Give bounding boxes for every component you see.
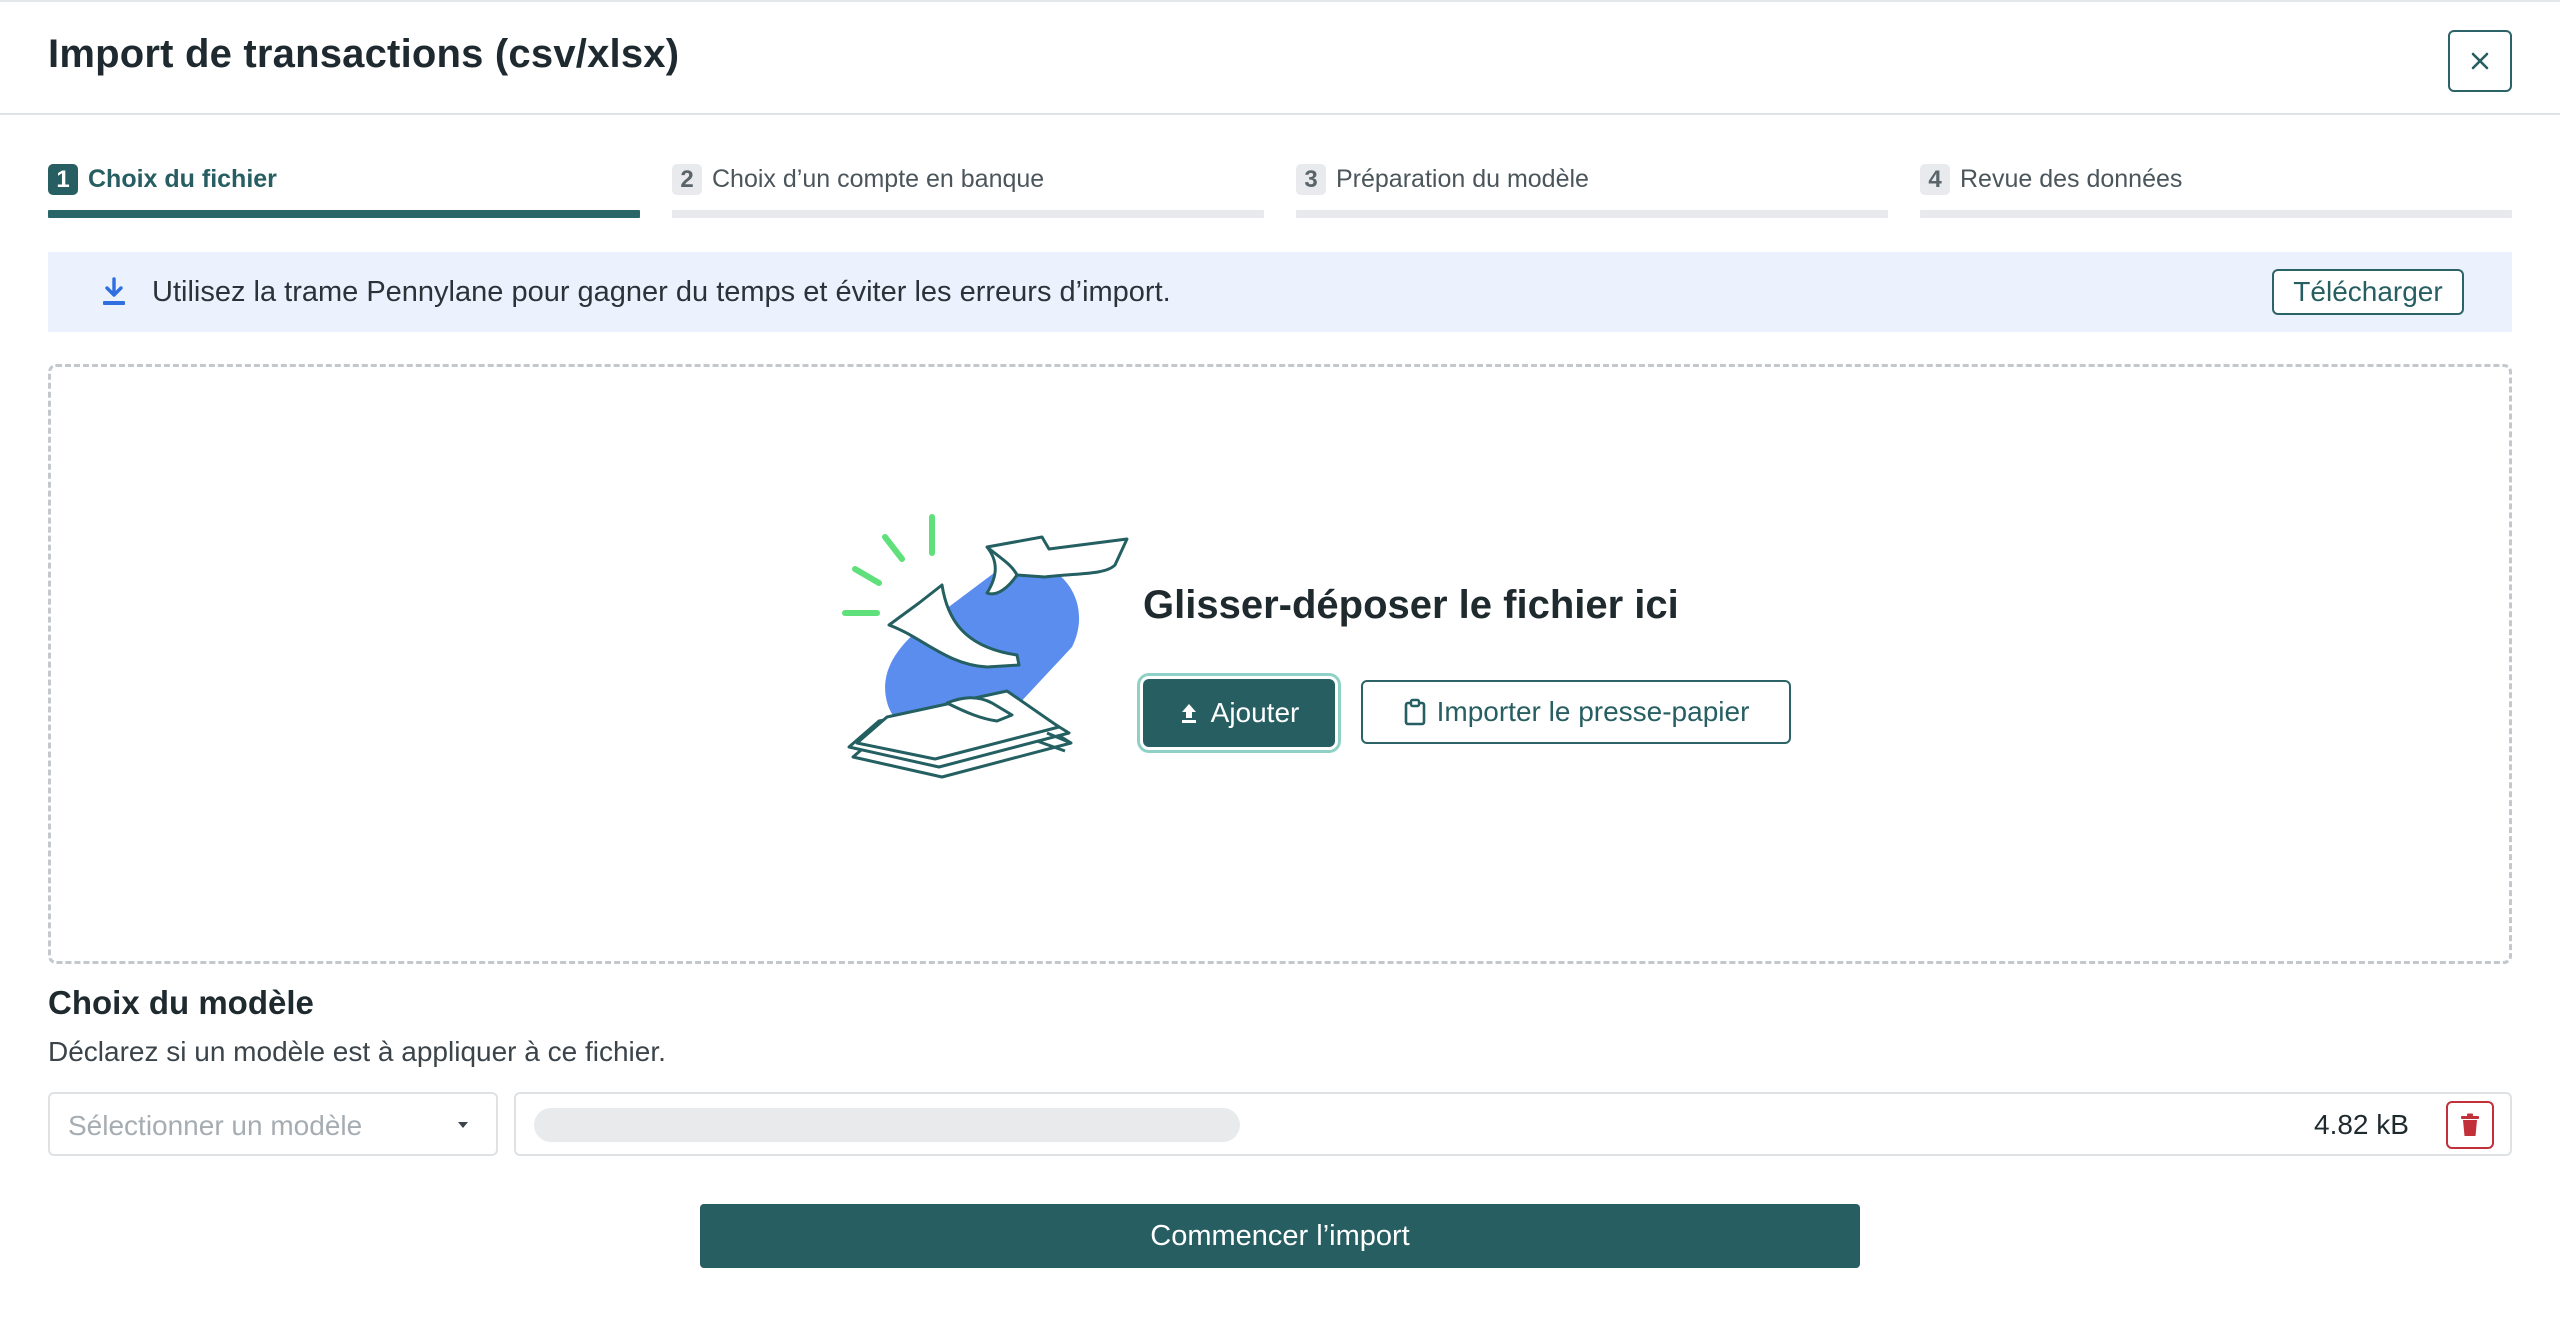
file-dropzone[interactable]: Glisser-déposer le fichier ici Ajouter I… — [48, 364, 2512, 964]
download-template-button[interactable]: Télécharger — [2272, 269, 2464, 315]
step-progress-bar — [1920, 210, 2512, 218]
start-import-button[interactable]: Commencer l’import — [700, 1204, 1860, 1268]
model-select[interactable]: Sélectionner un modèle — [48, 1092, 498, 1156]
clipboard-button-label: Importer le presse-papier — [1436, 696, 1750, 727]
delete-file-button[interactable] — [2446, 1101, 2494, 1149]
step-choix-fichier[interactable]: 1 Choix du fichier — [48, 160, 640, 220]
modal-header: Import de transactions (csv/xlsx) — [0, 0, 2560, 115]
banner-text: Utilisez la trame Pennylane pour gagner … — [152, 276, 1171, 308]
step-label: Préparation du modèle — [1336, 165, 1589, 193]
step-choix-compte[interactable]: 2 Choix d’un compte en banque — [672, 160, 1264, 220]
step-number: 2 — [672, 164, 702, 195]
trash-icon — [2461, 1113, 2479, 1136]
close-button[interactable] — [2448, 30, 2512, 92]
template-banner: Utilisez la trame Pennylane pour gagner … — [48, 252, 2512, 332]
model-section-subtitle: Déclarez si un modèle est à appliquer à … — [48, 1036, 666, 1067]
import-modal: Import de transactions (csv/xlsx) 1 Choi… — [0, 0, 2560, 1344]
step-label: Choix du fichier — [88, 165, 277, 193]
upload-icon — [1181, 704, 1196, 723]
step-progress-bar — [672, 210, 1264, 218]
step-label: Revue des données — [1960, 165, 2183, 193]
add-button-label: Ajouter — [1210, 697, 1300, 728]
file-size: 4.82 kB — [2314, 1109, 2409, 1140]
download-icon — [103, 277, 125, 305]
add-file-button[interactable]: Ajouter — [1143, 679, 1335, 747]
import-clipboard-button[interactable]: Importer le presse-papier — [1361, 680, 1791, 744]
step-number: 4 — [1920, 164, 1950, 195]
file-name-placeholder — [534, 1108, 1240, 1142]
selected-file-row: 4.82 kB — [514, 1092, 2512, 1156]
step-number: 3 — [1296, 164, 1326, 195]
dropzone-title: Glisser-déposer le fichier ici — [1143, 583, 1679, 627]
step-label: Choix d’un compte en banque — [712, 165, 1045, 193]
model-select-placeholder: Sélectionner un modèle — [68, 1110, 363, 1141]
stepper: 1 Choix du fichier 2 Choix d’un compte e… — [48, 160, 2512, 220]
step-preparation-modele[interactable]: 3 Préparation du modèle — [1296, 160, 1888, 220]
step-revue-donnees[interactable]: 4 Revue des données — [1920, 160, 2512, 220]
model-section-title: Choix du modèle — [48, 984, 314, 1021]
step-progress-bar — [1296, 210, 1888, 218]
file-drop-illustration — [842, 514, 1129, 779]
caret-down-icon — [458, 1122, 468, 1128]
modal-title: Import de transactions (csv/xlsx) — [48, 32, 680, 76]
close-icon — [2471, 52, 2489, 70]
step-progress-bar — [48, 210, 640, 218]
clipboard-icon — [1404, 698, 1425, 726]
step-number: 1 — [48, 164, 78, 195]
